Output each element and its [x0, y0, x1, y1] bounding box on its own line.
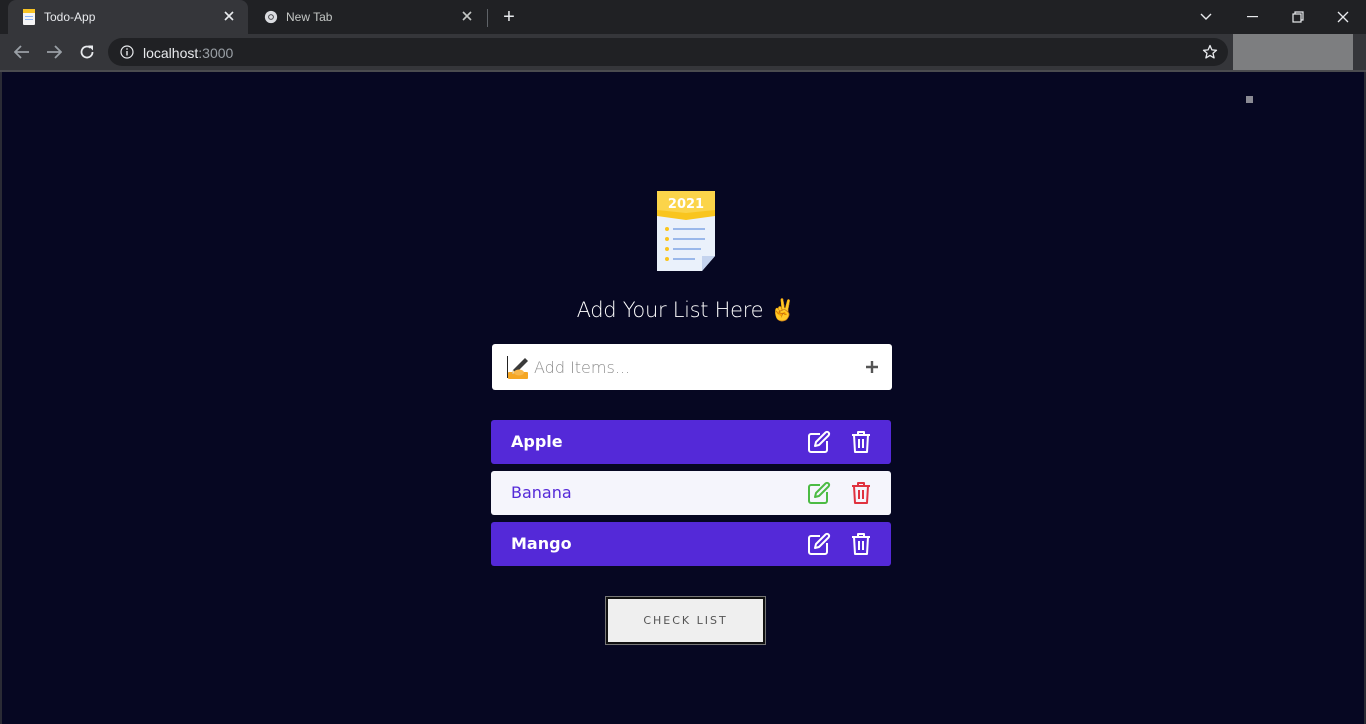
chrome-icon [264, 10, 278, 24]
url-text: localhost:3000 [143, 45, 233, 61]
add-item-input[interactable] [534, 352, 834, 382]
edit-icon[interactable] [807, 430, 831, 454]
extension-area [1233, 34, 1353, 70]
url-host: localhost [143, 45, 199, 61]
todo-item-banana[interactable]: Banana [491, 471, 891, 515]
todo-app-page: 2021 Add Your List Here ✌️ Apple [0, 72, 1366, 724]
new-tab-plus-icon[interactable]: + [498, 6, 520, 28]
todo-item-mango[interactable]: Mango [491, 522, 891, 566]
page-heading: Add Your List Here ✌️ [576, 298, 796, 322]
address-bar[interactable]: localhost:3000 [108, 38, 1228, 66]
add-item-plus-icon[interactable] [862, 357, 882, 377]
forward-arrow-icon[interactable] [42, 40, 66, 64]
tab-todo-app[interactable]: Todo-App [8, 0, 248, 34]
writing-hand-icon [508, 358, 528, 379]
trash-icon[interactable] [850, 532, 872, 556]
logo-year: 2021 [668, 197, 704, 212]
trash-icon[interactable] [850, 481, 872, 505]
edit-icon[interactable] [807, 532, 831, 556]
close-tab-icon[interactable] [220, 7, 238, 25]
notepad-favicon-icon [23, 9, 35, 25]
tab-new-tab[interactable]: New Tab [250, 0, 486, 34]
back-arrow-icon[interactable] [10, 40, 34, 64]
todo-item-apple[interactable]: Apple [491, 420, 891, 464]
trash-icon[interactable] [850, 430, 872, 454]
corner-marker [1246, 96, 1253, 103]
browser-toolbar: localhost:3000 [0, 34, 1366, 70]
add-item-box [492, 344, 892, 390]
edit-icon[interactable] [807, 481, 831, 505]
tab-separator [487, 9, 488, 27]
tab-title: Todo-App [44, 10, 96, 24]
minimize-icon[interactable] [1229, 0, 1275, 34]
site-info-icon[interactable] [120, 45, 134, 59]
notepad-2021-icon: 2021 [657, 191, 715, 271]
bookmark-star-icon[interactable] [1202, 44, 1218, 60]
tab-title: New Tab [286, 10, 333, 24]
todo-item-label: Mango [511, 534, 572, 553]
browser-tab-bar: Todo-App New Tab + [0, 0, 1366, 34]
todo-item-label: Apple [511, 432, 563, 451]
restore-window-icon[interactable] [1275, 0, 1321, 34]
text-caret [507, 356, 508, 378]
close-tab-icon[interactable] [458, 7, 476, 25]
close-window-icon[interactable] [1320, 0, 1366, 34]
reload-icon[interactable] [75, 40, 99, 64]
tab-search-chevron-icon[interactable] [1183, 0, 1229, 34]
url-port: :3000 [198, 45, 234, 61]
check-list-button[interactable]: CHECK LIST [605, 596, 766, 645]
todo-item-label: Banana [511, 483, 572, 502]
